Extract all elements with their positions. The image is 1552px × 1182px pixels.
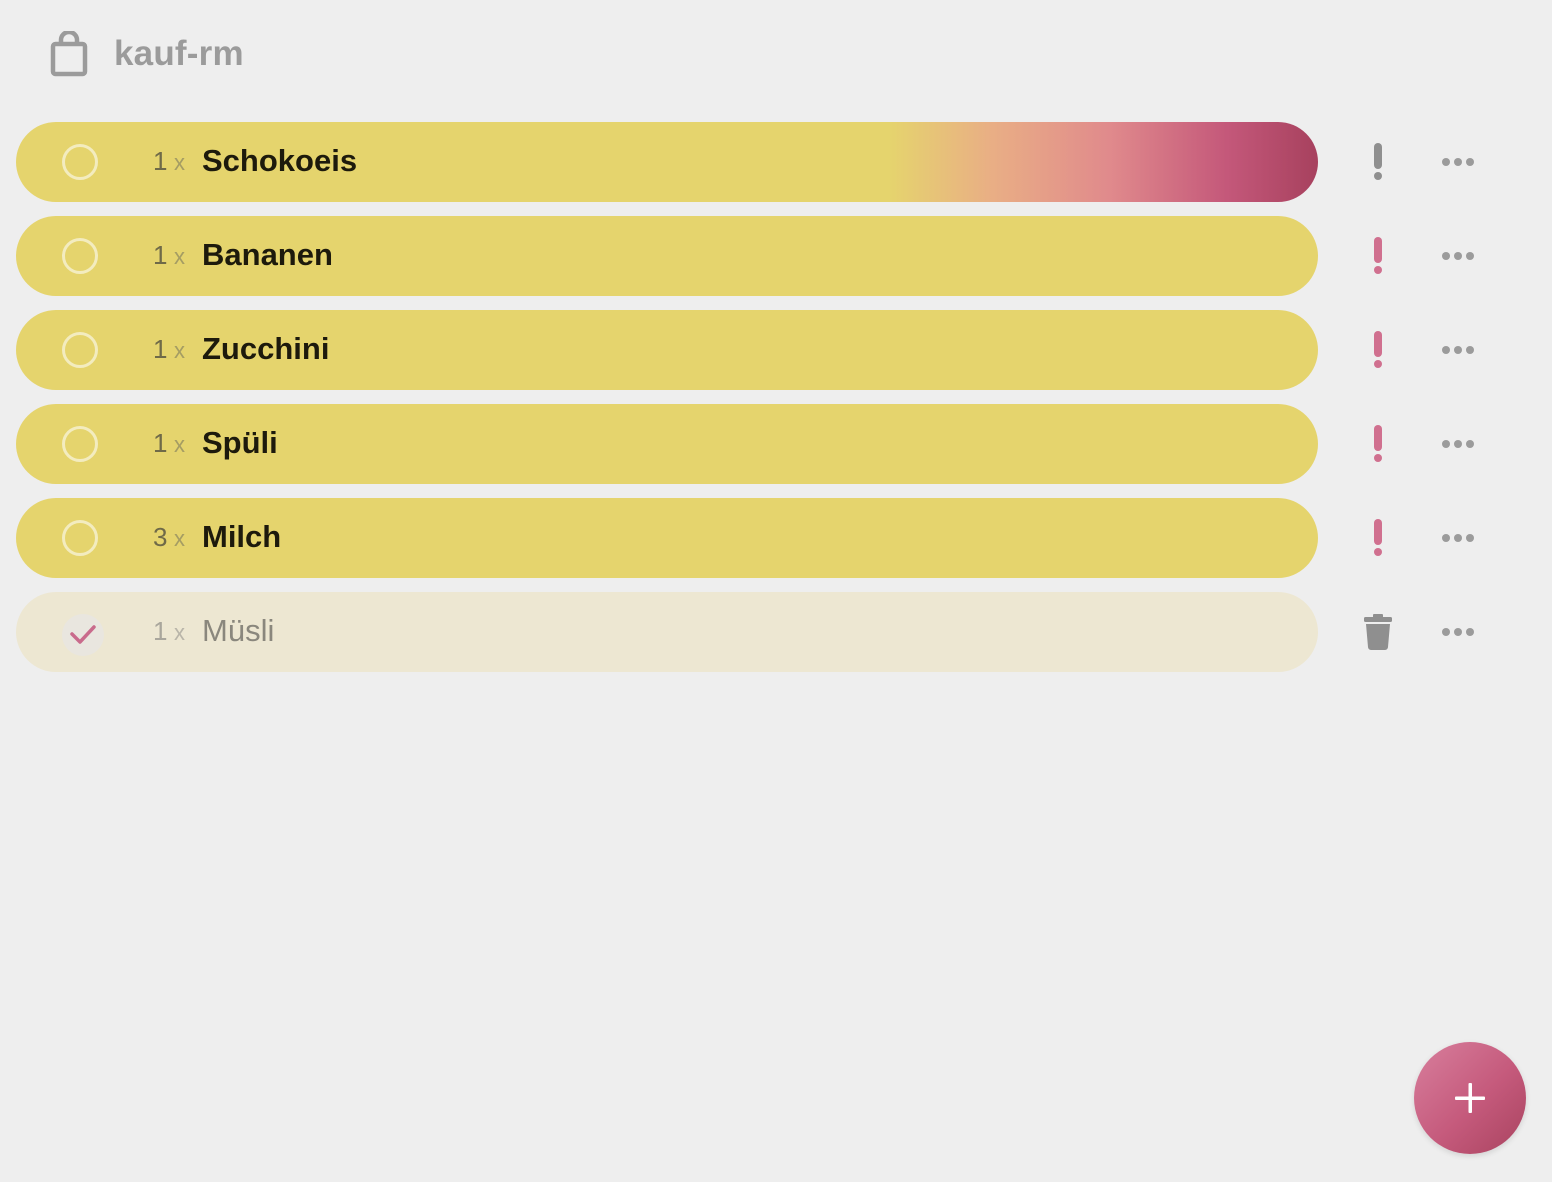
item-quantity: 1 <box>153 334 168 364</box>
item-name: Spüli <box>202 425 278 460</box>
exclamation-icon <box>1374 143 1382 180</box>
exclamation-icon <box>1374 237 1382 274</box>
item-quantity: 1 <box>153 146 168 176</box>
item-pill[interactable]: 1 x Zucchini <box>16 310 1318 390</box>
item-quantity: 3 <box>153 522 168 552</box>
item-times-sign: x <box>174 338 185 363</box>
app-header: kauf-rm <box>50 28 244 80</box>
item-times-sign: x <box>174 620 185 645</box>
priority-button[interactable] <box>1362 518 1394 558</box>
more-options-button[interactable] <box>1434 244 1482 268</box>
priority-button[interactable] <box>1362 142 1394 182</box>
list-item-done: 1 x Müsli <box>16 592 1496 672</box>
item-checkbox[interactable] <box>62 238 98 274</box>
item-checkbox[interactable] <box>62 144 98 180</box>
app-root: kauf-rm 1 x Schokoeis 1 x Bananen 1 x Zu… <box>0 0 1552 1182</box>
item-pill[interactable]: 1 x Müsli <box>16 592 1318 672</box>
more-icon <box>1442 534 1474 542</box>
item-times-sign: x <box>174 150 185 175</box>
item-name: Milch <box>202 519 282 554</box>
item-quantity: 1 <box>153 428 168 458</box>
item-pill[interactable]: 1 x Bananen <box>16 216 1318 296</box>
more-options-button[interactable] <box>1434 526 1482 550</box>
item-name: Müsli <box>202 613 275 648</box>
list-item: 1 x Zucchini <box>16 310 1496 390</box>
item-times-sign: x <box>174 526 185 551</box>
item-pill[interactable]: 1 x Spüli <box>16 404 1318 484</box>
item-times-sign: x <box>174 244 185 269</box>
item-checkbox[interactable] <box>62 520 98 556</box>
shopping-bag-icon <box>50 31 88 77</box>
checkmark-icon <box>70 625 96 644</box>
list-item: 1 x Bananen <box>16 216 1496 296</box>
plus-icon <box>1455 1083 1485 1113</box>
more-options-button[interactable] <box>1434 432 1482 456</box>
item-checkbox[interactable] <box>62 332 98 368</box>
item-quantity: 1 <box>153 616 168 646</box>
delete-button[interactable] <box>1362 612 1394 652</box>
more-icon <box>1442 158 1474 166</box>
more-icon <box>1442 440 1474 448</box>
exclamation-icon <box>1374 331 1382 368</box>
priority-button[interactable] <box>1362 236 1394 276</box>
item-name: Schokoeis <box>202 143 358 178</box>
more-options-button[interactable] <box>1434 338 1482 362</box>
list-item: 1 x Spüli <box>16 404 1496 484</box>
item-pill[interactable]: 3 x Milch <box>16 498 1318 578</box>
more-icon <box>1442 346 1474 354</box>
item-checkbox-checked[interactable] <box>62 614 104 656</box>
more-options-button[interactable] <box>1434 620 1482 644</box>
more-icon <box>1442 252 1474 260</box>
more-icon <box>1442 628 1474 636</box>
page-title: kauf-rm <box>114 34 244 73</box>
item-pill[interactable]: 1 x Schokoeis <box>16 122 1318 202</box>
priority-button[interactable] <box>1362 330 1394 370</box>
item-times-sign: x <box>174 432 185 457</box>
trash-icon <box>1364 614 1392 650</box>
exclamation-icon <box>1374 519 1382 556</box>
exclamation-icon <box>1374 425 1382 462</box>
item-name: Zucchini <box>202 331 330 366</box>
item-name: Bananen <box>202 237 333 272</box>
add-item-button[interactable] <box>1414 1042 1526 1154</box>
list-item: 1 x Schokoeis <box>16 122 1496 202</box>
more-options-button[interactable] <box>1434 150 1482 174</box>
item-quantity: 1 <box>153 240 168 270</box>
shopping-list: 1 x Schokoeis 1 x Bananen 1 x Zucchini 1… <box>16 122 1496 686</box>
list-item: 3 x Milch <box>16 498 1496 578</box>
item-checkbox[interactable] <box>62 426 98 462</box>
priority-button[interactable] <box>1362 424 1394 464</box>
